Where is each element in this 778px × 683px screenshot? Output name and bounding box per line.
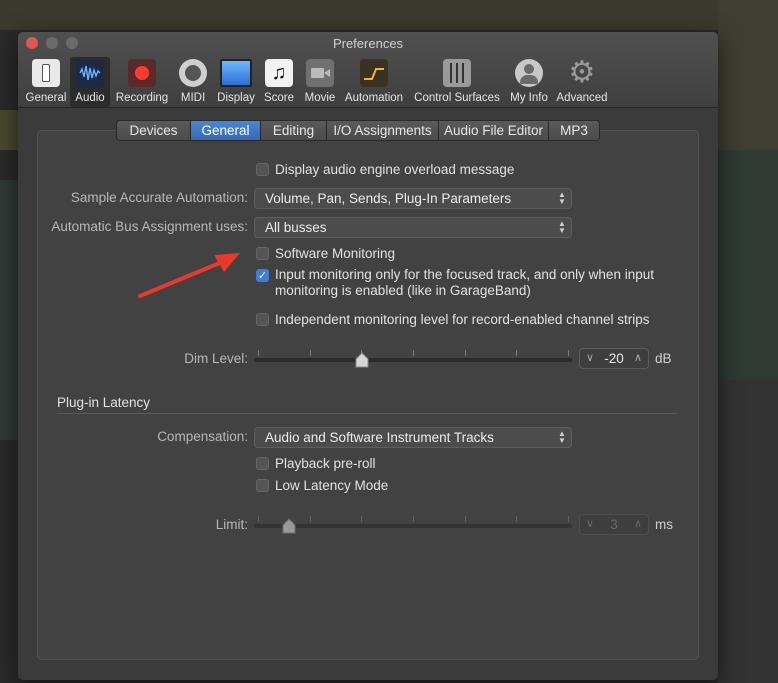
chevron-up-icon: ∧: [633, 518, 642, 530]
background-track-area: [0, 0, 778, 30]
tab-bar: Devices General Editing I/O Assignments …: [116, 120, 600, 141]
popup-arrows-icon: ▲ ▼: [558, 190, 566, 206]
tab-audio-file-editor[interactable]: Audio File Editor: [439, 121, 549, 140]
toolbar-advanced-label: Advanced: [556, 92, 608, 104]
midi-connector-icon: [179, 59, 207, 87]
movie-camera-icon: [306, 59, 334, 87]
toolbar-audio[interactable]: Audio: [70, 57, 110, 107]
toolbar-control-surfaces[interactable]: Control Surfaces: [410, 57, 504, 107]
sample-accurate-popup[interactable]: Volume, Pan, Sends, Plug-In Parameters ▲…: [254, 188, 572, 209]
bus-assignment-value: All busses: [265, 220, 327, 235]
slider-tick: [464, 350, 466, 356]
toolbar-automation[interactable]: Automation: [342, 57, 406, 107]
gear-icon: ⚙: [568, 56, 596, 89]
window-title: Preferences: [332, 36, 404, 51]
toolbar-audio-label: Audio: [75, 92, 105, 104]
toolbar-control-surfaces-label: Control Surfaces: [414, 92, 500, 104]
audio-waveform-icon: [76, 59, 104, 87]
slider-tick: [258, 350, 259, 356]
toolbar-score-label: Score: [263, 92, 295, 104]
independent-monitoring-checkbox[interactable]: [256, 313, 269, 326]
low-latency-checkbox[interactable]: [256, 479, 269, 492]
toolbar-movie[interactable]: Movie: [300, 57, 340, 107]
toolbar-score[interactable]: ♫ Score: [260, 57, 298, 107]
slider-tick: [361, 516, 363, 522]
display-overload-checkbox[interactable]: [256, 163, 269, 176]
toolbar-recording[interactable]: Recording: [112, 57, 172, 107]
slider-tick: [413, 516, 414, 522]
limit-unit: ms: [655, 517, 673, 532]
tab-io-assignments[interactable]: I/O Assignments: [327, 121, 439, 140]
sample-accurate-label: Sample Accurate Automation:: [70, 190, 248, 205]
toolbar-midi[interactable]: MIDI: [174, 57, 212, 107]
limit-stepper: ∨ 3 ∧: [579, 514, 649, 535]
window-titlebar: Preferences General Audio Recording MIDI: [18, 32, 718, 108]
software-monitoring-label: Software Monitoring: [275, 246, 396, 261]
input-monitoring-checkbox[interactable]: ✓: [256, 269, 269, 282]
dim-level-label: Dim Level:: [184, 351, 248, 366]
toolbar-my-info[interactable]: My Info: [506, 57, 552, 107]
compensation-popup[interactable]: Audio and Software Instrument Tracks ▲ ▼: [254, 427, 572, 448]
toolbar-display[interactable]: Display: [214, 57, 258, 107]
independent-monitoring-label: Independent monitoring level for record-…: [275, 312, 650, 327]
slider-tick: [568, 350, 569, 356]
music-note-icon: ♫: [265, 59, 293, 87]
record-icon: [128, 59, 156, 87]
display-monitor-icon: [220, 59, 252, 87]
limit-knob[interactable]: [282, 518, 296, 534]
general-switch-icon: [32, 59, 60, 87]
popup-arrows-icon: ▲ ▼: [558, 219, 566, 235]
toolbar-advanced[interactable]: ⚙ Advanced: [554, 57, 610, 107]
toolbar-automation-label: Automation: [344, 92, 404, 104]
tab-editing[interactable]: Editing: [261, 121, 327, 140]
compensation-value: Audio and Software Instrument Tracks: [265, 430, 494, 445]
limit-slider[interactable]: [254, 524, 572, 528]
checkmark-icon: ✓: [257, 270, 268, 282]
toolbar-recording-label: Recording: [115, 92, 169, 104]
background-track-lane: [718, 0, 778, 683]
display-overload-label: Display audio engine overload message: [275, 162, 515, 177]
tab-mp3[interactable]: MP3: [549, 121, 599, 140]
toolbar-midi-label: MIDI: [180, 92, 206, 104]
toolbar-display-label: Display: [217, 92, 255, 104]
slider-tick: [464, 516, 466, 522]
user-silhouette-icon: [515, 59, 543, 87]
input-monitoring-label-line2: monitoring is enabled (like in GarageBan…: [275, 283, 531, 298]
dim-level-slider[interactable]: [254, 358, 572, 362]
playback-preroll-checkbox[interactable]: [256, 457, 269, 470]
slider-tick: [413, 350, 414, 356]
slider-tick: [516, 516, 518, 522]
tab-devices[interactable]: Devices: [117, 121, 191, 140]
slider-tick: [258, 516, 259, 522]
toolbar-general[interactable]: General: [22, 57, 70, 107]
limit-label: Limit:: [215, 517, 248, 532]
slider-tick: [568, 516, 569, 522]
preferences-window: Preferences General Audio Recording MIDI: [18, 32, 718, 680]
low-latency-label: Low Latency Mode: [275, 478, 389, 493]
bus-assignment-popup[interactable]: All busses ▲ ▼: [254, 217, 572, 238]
compensation-label: Compensation:: [157, 429, 248, 444]
fader-icon: [443, 59, 471, 87]
popup-arrows-icon: ▲ ▼: [558, 429, 566, 445]
toolbar-my-info-label: My Info: [510, 92, 548, 104]
software-monitoring-checkbox[interactable]: [256, 247, 269, 260]
plugin-latency-title: Plug-in Latency: [57, 395, 151, 410]
dim-level-stepper[interactable]: ∨ -20 ∧: [579, 348, 649, 369]
toolbar-movie-label: Movie: [304, 92, 336, 104]
playback-preroll-label: Playback pre-roll: [275, 456, 376, 471]
dim-level-unit: dB: [655, 351, 672, 366]
chevron-up-icon[interactable]: ∧: [634, 351, 642, 364]
input-monitoring-label-line1: Input monitoring only for the focused tr…: [275, 267, 654, 282]
automation-curve-icon: [360, 59, 388, 87]
tab-general[interactable]: General: [191, 121, 261, 140]
slider-tick: [516, 350, 518, 356]
dim-level-knob[interactable]: [355, 352, 369, 368]
bus-assignment-label: Automatic Bus Assignment uses:: [51, 219, 248, 234]
slider-tick: [309, 350, 311, 356]
sample-accurate-value: Volume, Pan, Sends, Plug-In Parameters: [265, 191, 512, 206]
toolbar-general-label: General: [25, 92, 67, 104]
slider-tick: [309, 516, 311, 522]
section-divider: [57, 413, 677, 414]
